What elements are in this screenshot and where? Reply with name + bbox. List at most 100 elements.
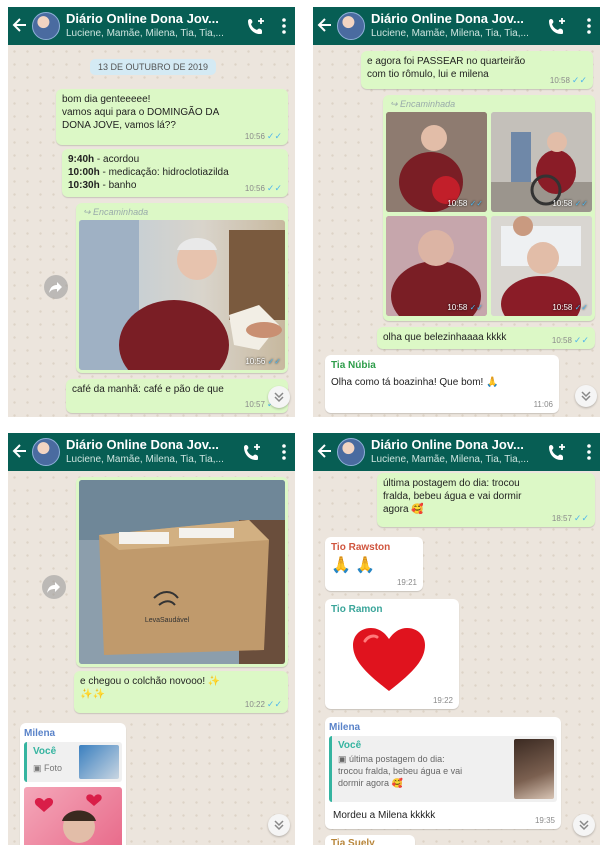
sticker-image[interactable] xyxy=(24,787,122,845)
photo-illustration: LevaSaudável xyxy=(79,480,285,664)
message-line: bom dia genteeeee! xyxy=(62,94,151,105)
scroll-down-button[interactable] xyxy=(573,814,595,836)
album-photo[interactable]: 10:58 ✓✓ xyxy=(491,112,592,212)
back-arrow-icon[interactable] xyxy=(12,442,28,460)
message-bubble[interactable]: e agora foi PASSEAR no quarteirão com ti… xyxy=(361,51,593,89)
more-options-icon[interactable] xyxy=(280,443,288,461)
read-ticks-icon: ✓✓ xyxy=(573,513,589,523)
album-photo[interactable]: 10:58 ✓✓ xyxy=(386,216,487,316)
add-call-icon[interactable] xyxy=(547,443,567,461)
chat-panel-1: Diário Online Dona Jov... Luciene, Mamãe… xyxy=(8,7,295,417)
more-options-icon[interactable] xyxy=(585,17,593,35)
chat-members[interactable]: Luciene, Mamãe, Milena, Tia, Tia,... xyxy=(371,28,529,39)
forwarded-label: ↪ Encaminhada xyxy=(390,99,456,109)
back-arrow-icon[interactable] xyxy=(12,16,28,34)
chat-title[interactable]: Diário Online Dona Jov... xyxy=(371,437,524,452)
sender-name[interactable]: Tio Rawston xyxy=(331,541,417,554)
photo-mattress-box[interactable]: LevaSaudável xyxy=(79,480,285,664)
double-chevron-down-icon xyxy=(581,391,591,402)
message-bubble[interactable]: Tio Rawston 🙏 🙏 19:21 xyxy=(325,537,423,591)
photo-time: 10:58 ✓✓ xyxy=(447,303,483,312)
chat-header: Diário Online Dona Jov... Luciene, Mamãe… xyxy=(313,7,600,45)
scroll-down-button[interactable] xyxy=(575,385,597,407)
message-bubble[interactable]: Tio Ramon 19:22 xyxy=(325,599,459,709)
group-avatar[interactable] xyxy=(337,438,365,466)
share-icon[interactable] xyxy=(44,275,68,299)
chat-members[interactable]: Luciene, Mamãe, Milena, Tia, Tia,... xyxy=(66,28,224,39)
quote-author: Você xyxy=(33,746,57,757)
message-time: 10:22 ✓✓ xyxy=(244,699,282,709)
heart-icon xyxy=(353,628,425,691)
read-ticks-icon: ✓✓ xyxy=(571,75,587,85)
chat-title[interactable]: Diário Online Dona Jov... xyxy=(371,11,524,26)
group-avatar[interactable] xyxy=(32,438,60,466)
message-time: 10:56 ✓✓ xyxy=(244,183,282,193)
double-chevron-down-icon xyxy=(274,820,284,831)
date-chip: 13 DE OUTUBRO DE 2019 xyxy=(90,59,217,75)
message-bubble-partial[interactable]: Tia Suely xyxy=(325,835,415,845)
photo-illustration xyxy=(79,220,285,370)
group-avatar[interactable] xyxy=(337,12,365,40)
message-time: 19:21 xyxy=(396,578,417,587)
sender-name[interactable]: Tia Suely xyxy=(331,837,409,845)
message-bubble[interactable]: Tia Núbia Olha como tá boazinha! Que bom… xyxy=(325,355,559,413)
chat-title[interactable]: Diário Online Dona Jov... xyxy=(66,11,219,26)
reply-message-bubble[interactable]: Milena Você ▣ última postagem do dia: tr… xyxy=(325,717,561,829)
schedule-row: 10:00h - medicação: hidroclotiazilda xyxy=(68,167,229,178)
forwarded-photo-bubble[interactable]: ↪ Encaminhada 10:56 ✓✓ xyxy=(76,203,288,373)
double-chevron-down-icon xyxy=(274,392,284,403)
back-arrow-icon[interactable] xyxy=(317,442,333,460)
photo-elderly-woman[interactable]: 10:56 ✓✓ xyxy=(79,220,285,370)
sender-name[interactable]: Tio Ramon xyxy=(331,603,453,616)
forwarded-album-bubble[interactable]: ↪ Encaminhada 10:58 ✓✓ 10:58 ✓✓ 10:58 ✓✓… xyxy=(383,95,595,321)
group-avatar[interactable] xyxy=(32,12,60,40)
photo-time: 10:58 ✓✓ xyxy=(552,199,588,208)
message-bubble[interactable]: café da manhã: café e pão de que 10:57✓✓ xyxy=(66,379,288,413)
message-time: 10:56 ✓✓ xyxy=(244,131,282,141)
message-bubble[interactable]: olha que belezinhaaaa kkkk 10:58 ✓✓ xyxy=(377,327,595,349)
photo-icon: ▣ xyxy=(33,763,42,773)
add-call-icon[interactable] xyxy=(547,17,567,35)
chat-members[interactable]: Luciene, Mamãe, Milena, Tia, Tia,... xyxy=(371,454,529,465)
chat-panel-3: Diário Online Dona Jov... Luciene, Mamãe… xyxy=(8,433,295,845)
more-options-icon[interactable] xyxy=(280,17,288,35)
message-text: café da manhã: café e pão de que xyxy=(72,384,224,395)
box-label: LevaSaudável xyxy=(145,617,190,624)
album-photo[interactable]: 10:58 ✓✓ xyxy=(386,112,487,212)
quoted-message[interactable]: Você ▣ Foto xyxy=(24,742,122,782)
more-options-icon[interactable] xyxy=(585,443,593,461)
share-icon[interactable] xyxy=(42,575,66,599)
message-line: última postagem do dia: trocou xyxy=(383,478,520,489)
photo-bubble[interactable]: LevaSaudável xyxy=(76,477,288,667)
chat-header: Diário Online Dona Jov... Luciene, Mamãe… xyxy=(313,433,600,471)
message-line: e agora foi PASSEAR no quarteirão xyxy=(367,56,526,67)
message-time: 19:35 xyxy=(534,816,555,825)
message-line: e chegou o colchão novooo! ✨ xyxy=(80,676,221,687)
photo-time: 10:58 ✓✓ xyxy=(552,303,588,312)
scroll-down-button[interactable] xyxy=(268,386,290,408)
quoted-message[interactable]: Você ▣ última postagem do dia: trocou fr… xyxy=(329,736,557,802)
message-text: 🙏 🙏 xyxy=(331,557,376,574)
sender-name[interactable]: Milena xyxy=(329,721,557,734)
chat-title[interactable]: Diário Online Dona Jov... xyxy=(66,437,219,452)
message-text: Mordeu a Milena kkkkk xyxy=(333,810,436,821)
chat-members[interactable]: Luciene, Mamãe, Milena, Tia, Tia,... xyxy=(66,454,224,465)
album-photo[interactable]: 10:58 ✓✓ xyxy=(491,216,592,316)
sender-name[interactable]: Milena xyxy=(24,727,122,740)
photo-illustration xyxy=(34,794,102,843)
message-bubble[interactable]: bom dia genteeeee! vamos aqui para o DOM… xyxy=(56,89,288,145)
message-bubble[interactable]: 9:40h - acordou 10:00h - medicação: hidr… xyxy=(62,149,288,197)
message-bubble[interactable]: e chegou o colchão novooo! ✨ ✨✨ 10:22 ✓✓ xyxy=(74,671,288,713)
back-arrow-icon[interactable] xyxy=(317,16,333,34)
add-call-icon[interactable] xyxy=(246,17,266,35)
message-time: 11:06 xyxy=(533,400,553,409)
sender-name[interactable]: Tia Núbia xyxy=(331,359,553,372)
quote-thumbnail xyxy=(79,745,119,779)
quote-text: ▣ última postagem do dia: trocou fralda,… xyxy=(338,754,463,788)
scroll-down-button[interactable] xyxy=(268,814,290,836)
chat-panel-2: Diário Online Dona Jov... Luciene, Mamãe… xyxy=(313,7,600,417)
add-call-icon[interactable] xyxy=(242,443,262,461)
message-text: Olha como tá boazinha! Que bom! 🙏 xyxy=(331,377,499,388)
message-bubble[interactable]: última postagem do dia: trocou fralda, b… xyxy=(377,473,595,527)
reply-message-bubble[interactable]: Milena Você ▣ Foto xyxy=(20,723,126,845)
